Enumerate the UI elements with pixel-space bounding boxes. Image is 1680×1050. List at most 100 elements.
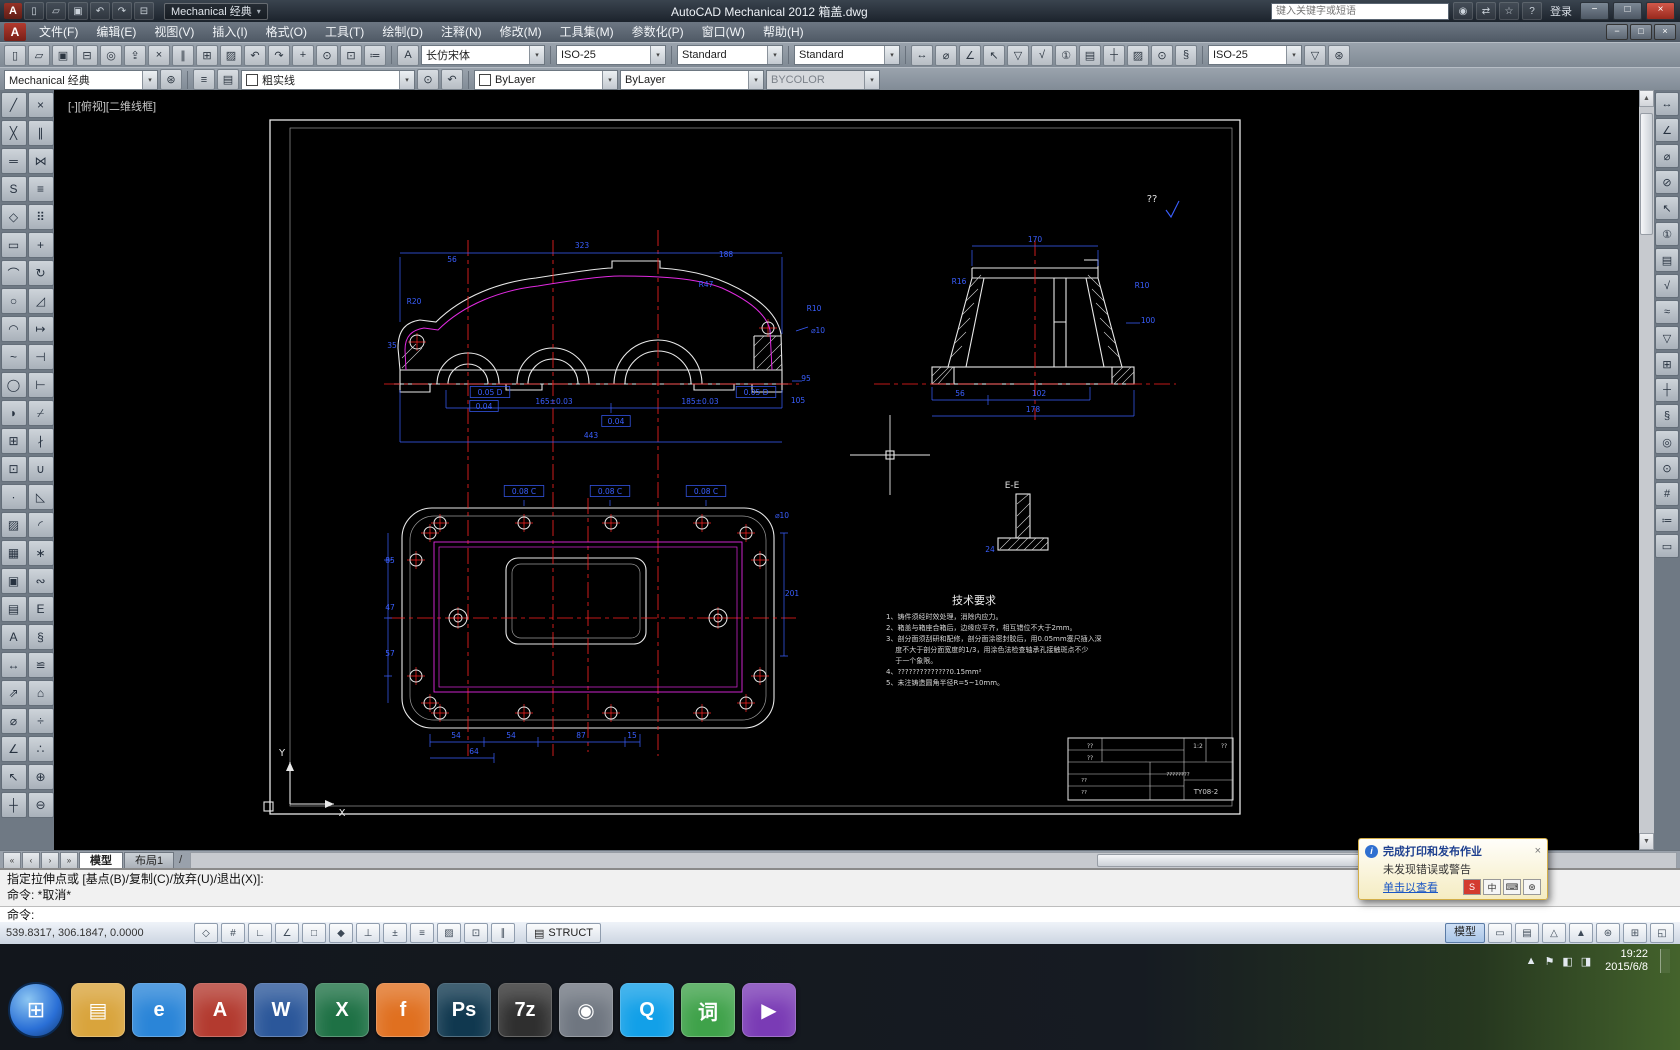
polar-toggle[interactable]: ∠	[275, 923, 299, 943]
linetype-select[interactable]: ByLayer ▾	[620, 69, 764, 90]
surface-finish-icon[interactable]: √	[1031, 44, 1053, 66]
menu-item[interactable]: 插入(I)	[203, 22, 256, 42]
mleader-style-select[interactable]: Standard ▾	[794, 45, 900, 65]
menu-item[interactable]: 格式(O)	[257, 22, 316, 42]
taskbar-7zip[interactable]: 7z	[498, 983, 552, 1037]
dynamic-ucs-toggle[interactable]: ⊥	[356, 923, 380, 943]
hatch-icon[interactable]: ▨	[1127, 44, 1149, 66]
workspace-toolbar-select[interactable]: Mechanical 经典 ▾	[4, 69, 158, 90]
menu-item[interactable]: 视图(V)	[145, 22, 203, 42]
break-at-point-icon[interactable]: ∤	[27, 428, 54, 454]
menu-item[interactable]: 编辑(E)	[87, 22, 145, 42]
dim-linear-icon[interactable]: ↔	[911, 44, 933, 66]
copy-icon[interactable]: ∥	[172, 44, 194, 66]
gradient-icon[interactable]: ▦	[0, 540, 27, 566]
scroll-down-icon[interactable]: ▼	[1639, 833, 1654, 850]
edit-spline-icon[interactable]: §	[27, 624, 54, 650]
point-icon[interactable]: ∙	[0, 484, 27, 510]
power-dimension-icon[interactable]: ↔	[1655, 92, 1679, 116]
options-icon[interactable]: ⊛	[1328, 44, 1350, 66]
scale-icon[interactable]: ◿	[27, 288, 54, 314]
title-border-icon[interactable]: ▭	[1655, 534, 1679, 558]
divide-icon[interactable]: ∴	[27, 736, 54, 762]
taskbar-qq[interactable]: Q	[620, 983, 674, 1037]
hscroll-thumb[interactable]	[1096, 853, 1382, 867]
selection-cycling-toggle[interactable]: ∥	[491, 923, 515, 943]
extend-icon[interactable]: ⊢	[27, 372, 54, 398]
align-icon[interactable]: ≌	[27, 652, 54, 678]
signin-button[interactable]: 登录	[1546, 3, 1576, 19]
vertical-scrollbar[interactable]: ▲ ▼	[1639, 90, 1654, 850]
fillet-icon[interactable]: ◜	[27, 512, 54, 538]
table-style-select[interactable]: Standard ▾	[677, 45, 783, 65]
chamfer-icon[interactable]: ◺	[27, 484, 54, 510]
annotation-scale-icon[interactable]: △	[1542, 923, 1566, 943]
taskbar-explorer[interactable]: ▤	[71, 983, 125, 1037]
zoom-window-icon[interactable]: ⊡	[340, 44, 362, 66]
workspace-select[interactable]: Mechanical 经典 ▾	[164, 2, 268, 20]
balloon-icon[interactable]: ①	[1655, 222, 1679, 246]
osnap-toggle[interactable]: □	[302, 923, 326, 943]
paste-icon[interactable]: ⊞	[196, 44, 218, 66]
mechanical-logo-button[interactable]: A	[4, 23, 26, 41]
help-icon[interactable]: ?	[1522, 2, 1542, 20]
snap-toggle[interactable]: ◇	[194, 923, 218, 943]
dim-linear-icon[interactable]: ↔	[0, 652, 27, 678]
symbol-library-icon[interactable]: ▽	[1304, 44, 1326, 66]
dim-angular-icon[interactable]: ∠	[0, 736, 27, 762]
menu-item[interactable]: 窗口(W)	[693, 22, 754, 42]
workspace-switching-icon[interactable]: ⊛	[1596, 923, 1620, 943]
centerline-icon[interactable]: ┼	[1655, 378, 1679, 402]
group-icon[interactable]: ⊕	[27, 764, 54, 790]
explode-icon[interactable]: ∗	[27, 540, 54, 566]
multiline-icon[interactable]: ═	[0, 148, 27, 174]
color-select[interactable]: ByLayer ▾	[474, 69, 618, 90]
hatch-icon[interactable]: ▨	[0, 512, 27, 538]
detail-icon[interactable]: ⊙	[1151, 44, 1173, 66]
view-plot-details-link[interactable]: 单击以查看	[1383, 879, 1438, 895]
menu-item[interactable]: 修改(M)	[491, 22, 551, 42]
zoom-icon[interactable]: ⊙	[316, 44, 338, 66]
transparency-toggle[interactable]: ▨	[437, 923, 461, 943]
start-button[interactable]: ⊞	[8, 982, 64, 1038]
chinese-mode-icon[interactable]: 中	[1483, 879, 1501, 895]
annotation-visibility-icon[interactable]: ▲	[1569, 923, 1593, 943]
region-icon[interactable]: ▣	[0, 568, 27, 594]
menu-item[interactable]: 绘制(D)	[373, 22, 432, 42]
rectangle-icon[interactable]: ▭	[0, 232, 27, 258]
menu-item[interactable]: 工具(T)	[316, 22, 373, 42]
make-object-layer-current-icon[interactable]: ⊙	[417, 69, 439, 90]
show-desktop-button[interactable]	[1660, 949, 1670, 973]
copy-icon[interactable]: ∥	[27, 120, 54, 146]
mech-standard-select[interactable]: ISO-25 ▾	[1208, 45, 1302, 65]
text-style-select[interactable]: 长仿宋体 ▾	[421, 45, 545, 65]
feature-control-frame-icon[interactable]: ⊞	[1655, 352, 1679, 376]
trim-icon[interactable]: ⊣	[27, 344, 54, 370]
ortho-toggle[interactable]: ∟	[248, 923, 272, 943]
diameter-dimension-icon[interactable]: ⊘	[1655, 170, 1679, 194]
undo-icon[interactable]: ↶	[244, 44, 266, 66]
close-button[interactable]: ×	[1646, 2, 1675, 20]
text-style-icon[interactable]: A	[397, 44, 419, 66]
revision-cloud-icon[interactable]: ◠	[0, 316, 27, 342]
undo-icon[interactable]: ↶	[90, 2, 110, 20]
surface-texture-icon[interactable]: √	[1655, 274, 1679, 298]
taskbar-excel[interactable]: X	[315, 983, 369, 1037]
doc-close-button[interactable]: ×	[1654, 24, 1676, 40]
detail-view-icon[interactable]: ◎	[1655, 430, 1679, 454]
tab-nav-button[interactable]: ‹	[22, 851, 40, 869]
doc-minimize-button[interactable]: −	[1606, 24, 1628, 40]
angular-dimension-icon[interactable]: ∠	[1655, 118, 1679, 142]
construction-line-icon[interactable]: ╳	[0, 120, 27, 146]
leader-note-icon[interactable]: ↖	[1655, 196, 1679, 220]
join-icon[interactable]: ∪	[27, 456, 54, 482]
ellipse-icon[interactable]: ◯	[0, 372, 27, 398]
hidden-icons-button[interactable]: ▲	[1526, 955, 1537, 968]
leader-icon[interactable]: ↖	[0, 764, 27, 790]
menu-item[interactable]: 注释(N)	[432, 22, 491, 42]
taskbar-clock[interactable]: 19:22 2015/6/8	[1599, 948, 1648, 974]
notification-close-icon[interactable]: ×	[1535, 845, 1541, 857]
maximize-button[interactable]: □	[1613, 2, 1642, 20]
tab-model[interactable]: 模型	[79, 851, 123, 869]
parts-list-icon[interactable]: ▤	[1655, 248, 1679, 272]
